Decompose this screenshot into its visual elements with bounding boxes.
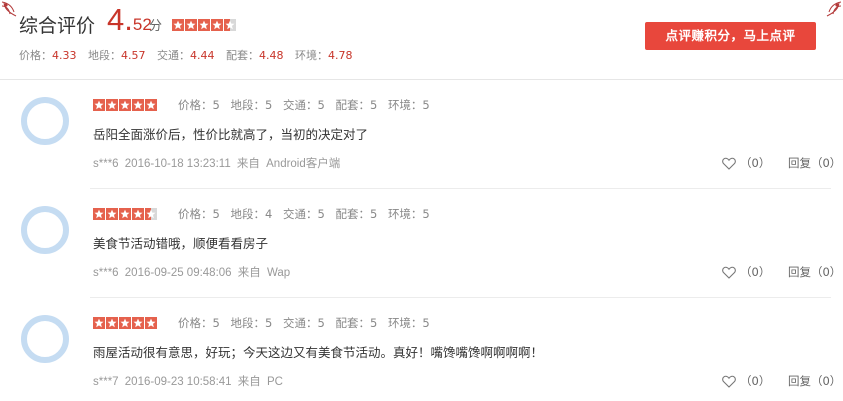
star-icon bbox=[145, 317, 157, 329]
write-review-button[interactable]: 点评赚积分，马上点评 bbox=[645, 22, 816, 50]
heart-icon bbox=[722, 157, 736, 170]
review-scores: 价格：5 地段：4 交通：5 配套：5 环境：5 bbox=[178, 206, 437, 222]
star-icon bbox=[145, 208, 157, 220]
review-source: Android客户端 bbox=[266, 158, 341, 170]
star-icon bbox=[106, 208, 118, 220]
star-icon bbox=[93, 317, 105, 329]
review-user: s***7 bbox=[93, 376, 119, 388]
avatar[interactable] bbox=[20, 314, 70, 364]
like-count: （0） bbox=[740, 374, 771, 388]
avatar[interactable] bbox=[20, 205, 70, 255]
star-icon bbox=[132, 99, 144, 111]
like-button[interactable]: （0） bbox=[722, 265, 770, 279]
review-score-transport: 交通：5 bbox=[282, 98, 325, 112]
review-star-rating bbox=[93, 317, 157, 329]
review-meta: s***6 2016-10-18 13:23:11 来自 Android客户端 bbox=[93, 155, 343, 171]
review-score-environment: 环境：5 bbox=[387, 98, 430, 112]
review-score-facilities: 配套：5 bbox=[335, 98, 378, 112]
review-score-location: 地段：5 bbox=[230, 316, 273, 330]
review-source: Wap bbox=[266, 267, 291, 279]
review-scores: 价格：5 地段：5 交通：5 配套：5 环境：5 bbox=[178, 315, 437, 331]
star-icon bbox=[132, 317, 144, 329]
review-score-price: 价格：5 bbox=[178, 98, 220, 112]
star-icon bbox=[145, 99, 157, 111]
review-user: s***6 bbox=[93, 158, 119, 170]
star-icon bbox=[224, 19, 236, 31]
review-score-price: 价格：5 bbox=[178, 207, 220, 221]
review-item: 价格：5 地段：5 交通：5 配套：5 环境：5 雨屋活动很有意思，好玩；今天这… bbox=[0, 298, 843, 401]
star-icon bbox=[211, 19, 223, 31]
review-star-rating bbox=[93, 208, 157, 220]
review-text: 雨屋活动很有意思，好玩；今天这边又有美食节活动。真好！嘴馋嘴馋啊啊啊啊！ bbox=[93, 345, 544, 360]
review-source-label: 来自 bbox=[237, 376, 261, 388]
review-meta: s***7 2016-09-23 10:58:41 来自 PC bbox=[93, 373, 286, 389]
review-score-location: 地段：4 bbox=[230, 207, 273, 221]
review-score-location: 地段：5 bbox=[230, 98, 273, 112]
like-count: （0） bbox=[740, 265, 771, 279]
sub-scores: 价格：4.33 地段：4.57 交通：4.44 配套：4.48 环境：4.78 bbox=[19, 47, 361, 63]
rating-summary: 综合评价 4.52 分 价格：4.33 地段：4.57 交通：4.44 配套：4… bbox=[0, 0, 843, 80]
sub-score-facilities: 配套：4.48 bbox=[226, 49, 284, 62]
star-icon bbox=[106, 317, 118, 329]
reply-button[interactable]: 回复（0） bbox=[788, 374, 841, 388]
reply-button[interactable]: 回复（0） bbox=[788, 265, 841, 279]
summary-title: 综合评价 bbox=[19, 15, 96, 37]
review-score-transport: 交通：5 bbox=[282, 207, 325, 221]
review-star-rating bbox=[93, 99, 157, 111]
review-score-transport: 交通：5 bbox=[282, 316, 325, 330]
sub-score-transport: 交通：4.44 bbox=[157, 49, 215, 62]
star-icon bbox=[198, 19, 210, 31]
reply-button[interactable]: 回复（0） bbox=[788, 156, 841, 170]
review-scores: 价格：5 地段：5 交通：5 配套：5 环境：5 bbox=[178, 97, 437, 113]
sub-score-price: 价格：4.33 bbox=[19, 49, 77, 62]
star-icon bbox=[185, 19, 197, 31]
review-date: 2016-09-23 10:58:41 bbox=[124, 376, 232, 388]
heart-icon bbox=[722, 266, 736, 279]
review-text: 美食节活动错哦，顺便看看房子 bbox=[93, 236, 269, 251]
review-score-environment: 环境：5 bbox=[387, 316, 430, 330]
review-meta: s***6 2016-09-25 09:48:06 来自 Wap bbox=[93, 264, 293, 280]
review-item: 价格：5 地段：4 交通：5 配套：5 环境：5 美食节活动错哦，顺便看看房子 … bbox=[0, 189, 843, 298]
avatar[interactable] bbox=[20, 96, 70, 146]
like-count: （0） bbox=[740, 156, 771, 170]
review-actions: （0） 回复（0） bbox=[722, 155, 841, 171]
review-date: 2016-09-25 09:48:06 bbox=[124, 267, 232, 279]
star-icon bbox=[172, 19, 184, 31]
review-actions: （0） 回复（0） bbox=[722, 264, 841, 280]
summary-star-rating bbox=[172, 19, 236, 31]
star-icon bbox=[119, 99, 131, 111]
review-date: 2016-10-18 13:23:11 bbox=[124, 158, 231, 170]
review-source-label: 来自 bbox=[236, 158, 260, 170]
review-actions: （0） 回复（0） bbox=[722, 373, 841, 389]
sub-score-location: 地段：4.57 bbox=[88, 49, 146, 62]
star-icon bbox=[93, 99, 105, 111]
star-icon bbox=[93, 208, 105, 220]
star-icon bbox=[132, 208, 144, 220]
heart-icon bbox=[722, 375, 736, 388]
star-icon bbox=[119, 317, 131, 329]
star-icon bbox=[119, 208, 131, 220]
review-item: 价格：5 地段：5 交通：5 配套：5 环境：5 岳阳全面涨价后，性价比就高了，… bbox=[0, 80, 843, 189]
like-button[interactable]: （0） bbox=[722, 374, 770, 388]
review-score-facilities: 配套：5 bbox=[335, 207, 378, 221]
review-score-facilities: 配套：5 bbox=[335, 316, 378, 330]
overall-score-integer: 4. bbox=[107, 2, 133, 37]
review-user: s***6 bbox=[93, 267, 119, 279]
review-source: PC bbox=[266, 376, 283, 388]
review-score-price: 价格：5 bbox=[178, 316, 220, 330]
overall-score: 4.52 bbox=[107, 2, 152, 38]
like-button[interactable]: （0） bbox=[722, 156, 770, 170]
review-score-environment: 环境：5 bbox=[387, 207, 430, 221]
review-text: 岳阳全面涨价后，性价比就高了，当初的决定对了 bbox=[93, 127, 369, 142]
star-icon bbox=[106, 99, 118, 111]
score-unit: 分 bbox=[149, 19, 163, 34]
review-source-label: 来自 bbox=[237, 267, 261, 279]
sub-score-environment: 环境：4.78 bbox=[295, 49, 353, 62]
